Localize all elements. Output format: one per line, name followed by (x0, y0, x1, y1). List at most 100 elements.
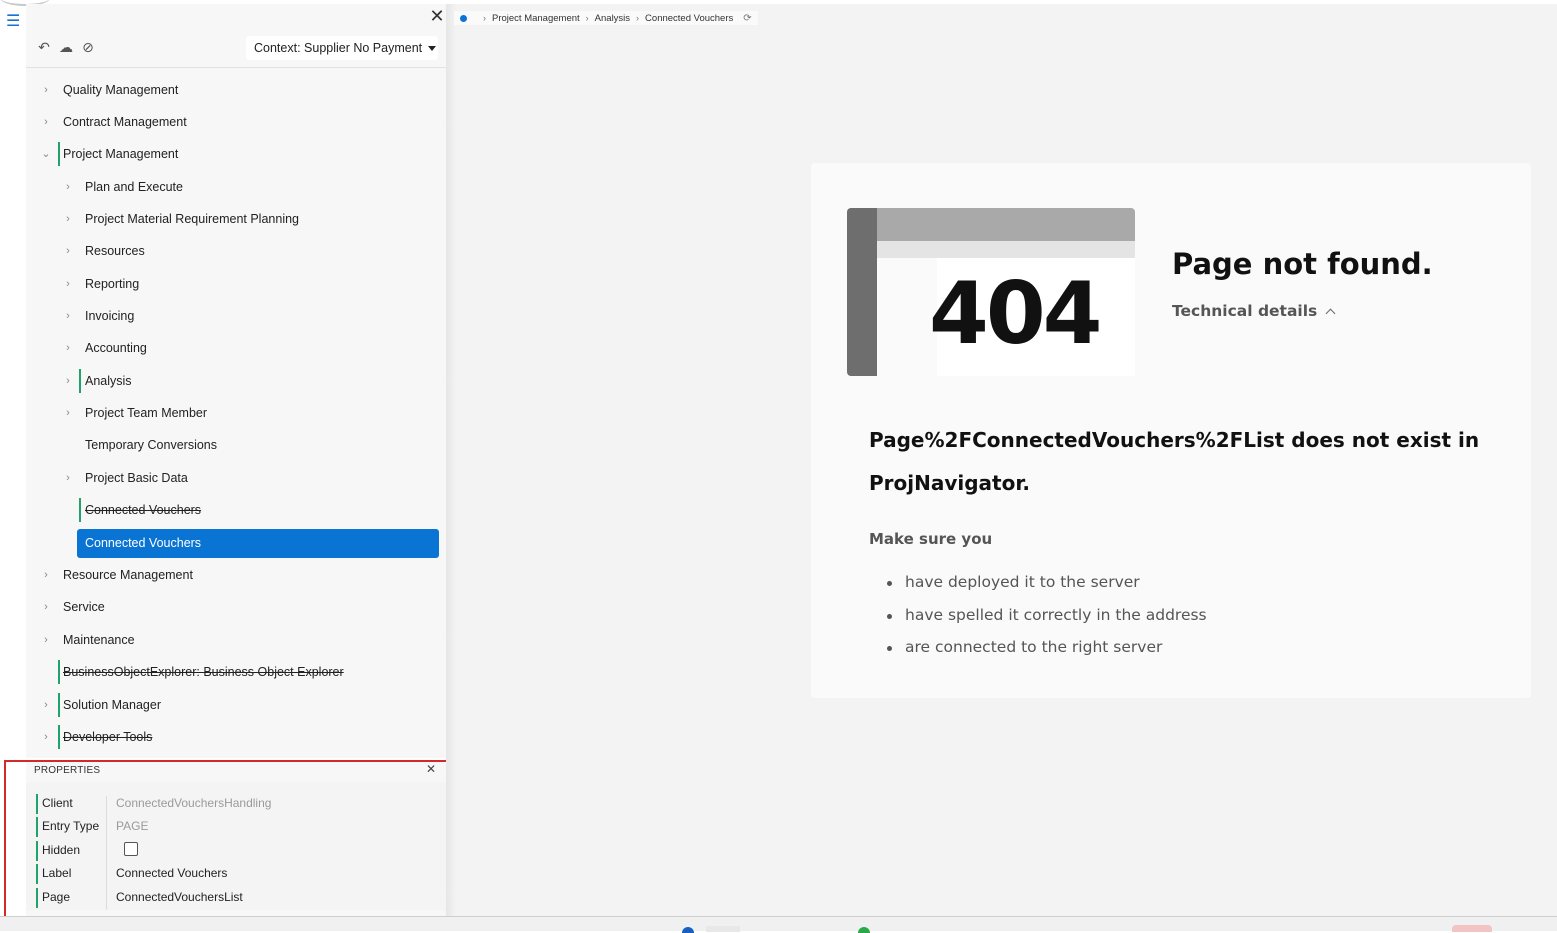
error-title: Page not found. (1172, 247, 1433, 281)
chevron-right-icon: › (44, 569, 48, 581)
chevron-right-icon: › (66, 245, 70, 257)
divider (26, 67, 446, 68)
chevron-right-icon: › (66, 278, 70, 290)
property-key: Client (42, 796, 73, 810)
tree-item-label: Resources (85, 244, 145, 258)
property-key: Entry Type (42, 819, 100, 833)
property-value: PAGE (116, 819, 149, 833)
tree-item-solution-manager[interactable]: › Solution Manager (26, 692, 446, 718)
chevron-right-icon: › (66, 472, 70, 484)
error-code: 404 (929, 264, 1103, 364)
change-marker (58, 693, 60, 717)
chevron-right-icon: › (44, 634, 48, 646)
tree-item-resource-management[interactable]: › Resource Management (26, 562, 446, 588)
make-sure-heading: Make sure you (869, 530, 993, 548)
hide-icon[interactable]: ⊘ (79, 38, 97, 56)
tree-item-accounting[interactable]: › Accounting (26, 335, 446, 361)
chevron-up-icon (1325, 308, 1336, 318)
change-marker (36, 841, 38, 861)
tree-item-connected-vouchers-selected[interactable]: Connected Vouchers (77, 529, 439, 558)
close-icon[interactable]: ✕ (424, 762, 438, 776)
tree-item-developer-tools[interactable]: › Developer Tools (26, 724, 446, 750)
properties-body: Client ConnectedVouchersHandling Entry T… (26, 782, 446, 910)
error-illustration: 404 (847, 208, 1135, 376)
context-dropdown[interactable]: Context: Supplier No Payment (246, 36, 438, 60)
change-marker (36, 817, 38, 837)
tree-item-label: BusinessObjectExplorer: Business Object … (63, 665, 344, 679)
breadcrumb-item[interactable]: Connected Vouchers (645, 13, 733, 24)
taskbar-app-icon[interactable] (682, 927, 694, 933)
breadcrumb: › Project Management › Analysis › Connec… (454, 11, 758, 25)
change-marker (58, 660, 60, 684)
taskbar-app-icon[interactable] (858, 927, 870, 933)
tree-item-project-team-member[interactable]: › Project Team Member (26, 400, 446, 426)
list-item: are connected to the right server (887, 638, 1207, 671)
tree-item-label: Service (63, 600, 105, 614)
tree-item-project-basic-data[interactable]: › Project Basic Data (26, 465, 446, 491)
tree-item-label: Connected Vouchers (85, 503, 202, 517)
taskbar-app-icon[interactable] (706, 926, 740, 932)
chevron-right-icon: › (66, 375, 70, 387)
property-row-label: Label Connected Vouchers (36, 862, 436, 884)
tree-item-label: Reporting (85, 277, 140, 291)
navigator-toolbar: ↶ ☁ ⊘ Context: Supplier No Payment (26, 34, 446, 62)
chevron-right-icon: › (636, 13, 640, 23)
tree-item-reporting[interactable]: › Reporting (26, 271, 446, 297)
chevron-right-icon: › (44, 84, 48, 96)
tree-item-resources[interactable]: › Resources (26, 238, 446, 264)
property-key: Page (42, 890, 71, 904)
technical-details-toggle[interactable]: Technical details (1172, 302, 1336, 320)
chevron-right-icon: › (44, 116, 48, 128)
property-row-hidden: Hidden (36, 839, 436, 861)
change-marker (58, 725, 60, 749)
chevron-right-icon: › (483, 13, 486, 23)
tree-item-label: Project Management (63, 147, 179, 161)
list-item: have deployed it to the server (887, 573, 1207, 606)
tree-item-label: Project Basic Data (85, 471, 188, 485)
tree-item-project-material-requirement-planning[interactable]: › Project Material Requirement Planning (26, 206, 446, 232)
hidden-checkbox[interactable] (124, 842, 138, 856)
chevron-right-icon: › (66, 407, 70, 419)
property-row-client: Client ConnectedVouchersHandling (36, 792, 436, 814)
tips-list: have deployed it to the server have spel… (887, 573, 1207, 671)
breadcrumb-item[interactable]: Analysis (595, 13, 630, 24)
tree-item-maintenance[interactable]: › Maintenance (26, 627, 446, 653)
tree-item-label: Plan and Execute (85, 180, 183, 194)
tree-item-quality-management[interactable]: › Quality Management (26, 77, 446, 103)
tree-item-label: Invoicing (85, 309, 135, 323)
tree-item-service[interactable]: › Service (26, 594, 446, 620)
chevron-right-icon: › (66, 181, 70, 193)
chevron-right-icon: › (585, 13, 589, 23)
chevron-right-icon: › (44, 731, 48, 743)
undo-icon[interactable]: ↶ (35, 38, 53, 56)
home-icon[interactable] (460, 14, 467, 22)
change-marker (36, 864, 38, 884)
main-content: › Project Management › Analysis › Connec… (446, 4, 1557, 916)
column-divider (106, 796, 107, 910)
tree-item-analysis[interactable]: › Analysis (26, 368, 446, 394)
chevron-right-icon: › (44, 699, 48, 711)
tree-item-project-management[interactable]: ⌄ Project Management (26, 141, 446, 167)
property-value-input[interactable]: Connected Vouchers (116, 866, 227, 880)
tree-item-contract-management[interactable]: › Contract Management (26, 109, 446, 135)
change-marker (36, 794, 38, 814)
property-value-input[interactable]: ConnectedVouchersList (116, 890, 243, 904)
tree-item-business-object-explorer[interactable]: BusinessObjectExplorer: Business Object … (26, 659, 446, 685)
tree-item-label: Resource Management (63, 568, 193, 582)
tree-item-invoicing[interactable]: › Invoicing (26, 303, 446, 329)
breadcrumb-item[interactable]: Project Management (492, 13, 580, 24)
illustration-strip (877, 241, 1135, 258)
cloud-sync-icon[interactable]: ☁ (57, 38, 75, 56)
close-icon[interactable]: ✕ (428, 6, 446, 26)
error-card: 404 Page not found. Technical details Pa… (811, 163, 1531, 698)
refresh-icon[interactable]: ⟳ (743, 13, 751, 24)
tree-item-label: Accounting (85, 341, 147, 355)
change-marker (36, 888, 38, 908)
list-item: have spelled it correctly in the address (887, 606, 1207, 639)
tree-item-connected-vouchers-removed[interactable]: Connected Vouchers (26, 497, 446, 523)
menu-icon[interactable]: ☰ (6, 14, 20, 30)
tree-item-label: Project Material Requirement Planning (85, 212, 299, 226)
chevron-right-icon: › (44, 601, 48, 613)
tree-item-plan-and-execute[interactable]: › Plan and Execute (26, 174, 446, 200)
tree-item-temporary-conversions[interactable]: Temporary Conversions (26, 432, 446, 458)
